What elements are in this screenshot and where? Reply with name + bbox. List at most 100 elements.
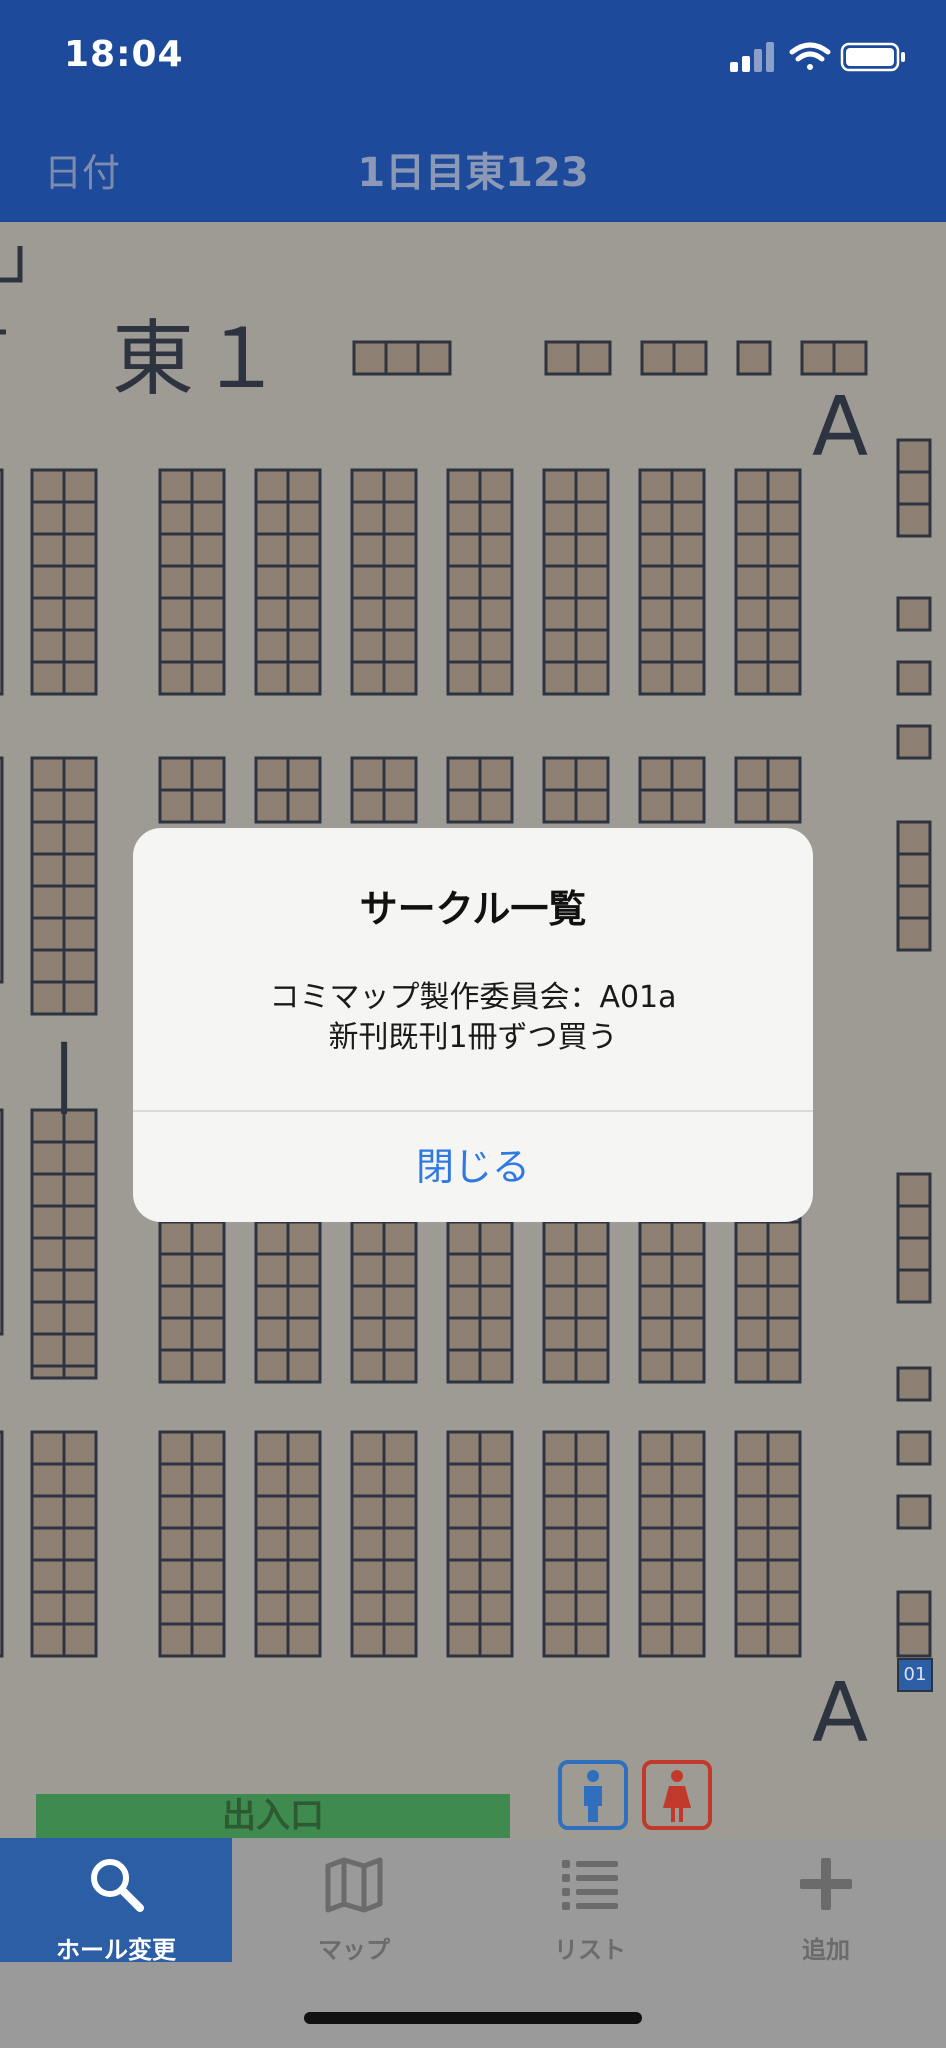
booth-cell — [574, 1462, 610, 1498]
booth-cell — [30, 1172, 66, 1208]
wall-booths-top[interactable] — [736, 340, 772, 376]
booth-block[interactable] — [30, 468, 98, 696]
wall-booths-right[interactable] — [896, 724, 932, 760]
booth-cell — [254, 660, 290, 696]
booth-cell — [734, 532, 770, 568]
booth-block[interactable] — [638, 1220, 706, 1384]
booth-cell — [190, 1316, 226, 1352]
booth-cell — [30, 1558, 66, 1594]
booth-cell — [478, 468, 514, 504]
booth-cell — [254, 1494, 290, 1530]
close-button[interactable]: 閉じる — [133, 1112, 813, 1222]
booth-cell — [670, 1284, 706, 1320]
booth-block[interactable] — [30, 756, 98, 1016]
booth-cell — [478, 1462, 514, 1498]
wall-booths-right[interactable] — [896, 1494, 932, 1530]
booth-block[interactable] — [350, 468, 418, 696]
booth-block[interactable] — [638, 468, 706, 696]
booth-block[interactable] — [254, 468, 322, 696]
tab-add[interactable]: 追加 — [710, 1838, 942, 1964]
wall-booths-right[interactable] — [896, 1590, 932, 1658]
booth-block[interactable] — [158, 468, 226, 696]
booth-block[interactable] — [542, 1220, 610, 1384]
booth-number-badge[interactable]: 01 — [897, 1658, 933, 1692]
wall-booths-top[interactable] — [800, 340, 868, 376]
booth-cell — [382, 1316, 418, 1352]
booth-cell — [446, 1558, 482, 1594]
booth-block[interactable] — [542, 756, 610, 824]
booth-block[interactable] — [158, 756, 226, 824]
booth-block[interactable] — [638, 1430, 706, 1658]
tab-hall-change[interactable]: ホール変更 — [0, 1838, 232, 1964]
booth-block[interactable] — [350, 1430, 418, 1658]
booth-cell — [254, 1348, 290, 1384]
booth-cell — [478, 1558, 514, 1594]
booth-cell — [286, 1558, 322, 1594]
booth-cell — [30, 468, 66, 504]
booth-block[interactable] — [446, 468, 514, 696]
booth-cell — [766, 532, 802, 568]
booth-block[interactable] — [734, 1220, 802, 1384]
tab-map[interactable]: マップ — [238, 1838, 470, 1964]
booth-block[interactable] — [734, 756, 802, 824]
booth-cell — [446, 1316, 482, 1352]
wall-booths-top[interactable] — [544, 340, 612, 376]
booth-block[interactable] — [446, 756, 514, 824]
booth-block[interactable] — [638, 756, 706, 824]
booth-cell — [638, 1430, 674, 1466]
booth-cell — [286, 660, 322, 696]
booth-cell — [62, 1430, 98, 1466]
booth-block[interactable] — [350, 756, 418, 824]
female-restroom-icon[interactable] — [642, 1760, 712, 1830]
booth-block[interactable] — [734, 468, 802, 696]
wall-booths-right[interactable] — [896, 820, 932, 952]
booth-cell — [382, 468, 418, 504]
booth-cell — [766, 1558, 802, 1594]
booth-block[interactable] — [446, 1430, 514, 1658]
wall-booths-right[interactable] — [896, 438, 932, 538]
booth-cell — [446, 468, 482, 504]
booth-cell — [286, 628, 322, 664]
booth-block[interactable] — [350, 1220, 418, 1384]
booth-cell — [542, 1558, 578, 1594]
wall-booths-right[interactable] — [896, 1366, 932, 1402]
booth-block[interactable] — [446, 1220, 514, 1384]
booth-cell — [542, 628, 578, 664]
wall-booths-right[interactable] — [896, 596, 932, 632]
booth-block[interactable] — [30, 1108, 98, 1368]
booth-cell — [62, 468, 98, 504]
booth-cell — [190, 1462, 226, 1498]
booth-block[interactable] — [30, 1430, 98, 1658]
booth-cell — [670, 1526, 706, 1562]
wall-booths-right[interactable] — [896, 1430, 932, 1466]
booth-block[interactable] — [254, 756, 322, 824]
booth-block[interactable] — [542, 1430, 610, 1658]
wall-booths-right[interactable] — [896, 1172, 932, 1304]
booth-cell — [574, 1284, 610, 1320]
booth-block[interactable] — [158, 1430, 226, 1658]
booth-cell — [158, 788, 194, 824]
wall-booths-top[interactable] — [640, 340, 708, 376]
booth-cell — [800, 340, 836, 376]
booth-block[interactable] — [734, 1430, 802, 1658]
signal-icon — [730, 42, 774, 72]
booth-block[interactable] — [158, 1220, 226, 1384]
booth-block[interactable] — [254, 1220, 322, 1384]
booth-cell — [350, 1622, 386, 1658]
booth-cell — [542, 1430, 578, 1466]
booth-cell — [62, 1494, 98, 1530]
tab-list[interactable]: リスト — [474, 1838, 706, 1964]
booth-cell — [478, 756, 514, 792]
booth-cell — [254, 1526, 290, 1562]
booth-cell — [766, 596, 802, 632]
tab-label: ホール変更 — [56, 1936, 176, 1964]
wall-booths-right[interactable] — [896, 660, 932, 696]
row-letter-a-bottom: A — [812, 1666, 869, 1761]
booth-cell — [382, 756, 418, 792]
booth-cell — [446, 564, 482, 600]
male-restroom-icon[interactable] — [558, 1760, 628, 1830]
booth-cell — [62, 852, 98, 888]
booth-block[interactable] — [254, 1430, 322, 1658]
wall-booths-top[interactable] — [352, 340, 452, 376]
booth-block[interactable] — [542, 468, 610, 696]
